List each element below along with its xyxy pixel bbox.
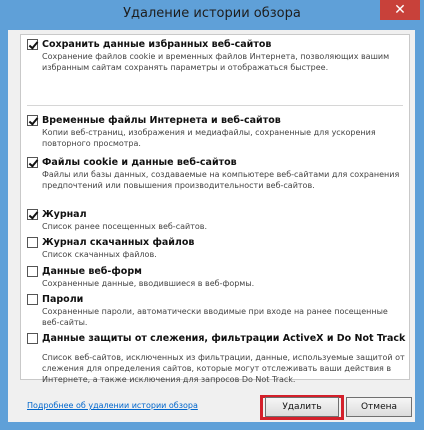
option-checkbox[interactable] [27,333,38,344]
learn-more-link[interactable]: Подробнее об удалении истории обзора [27,401,198,410]
options-panel: Сохранить данные избранных веб-сайтов Со… [20,34,410,384]
close-icon: ✕ [394,2,406,18]
option-favorites: Сохранить данные избранных веб-сайтов Со… [27,39,405,73]
option-description: Копии веб-страниц, изображения и медиафа… [42,128,376,148]
option-description: Сохраненные данные, вводившиеся в веб-фо… [42,279,255,288]
option-form-data: Данные веб-форм Сохраненные данные, ввод… [27,266,405,289]
option-cookies: Файлы cookie и данные веб-сайтов Файлы и… [27,157,405,191]
delete-button[interactable]: Удалить [265,397,339,417]
option-checkbox[interactable] [27,39,38,50]
option-label[interactable]: Данные защиты от слежения, фильтрации Ac… [42,333,405,344]
option-checkbox[interactable] [27,266,38,277]
dialog-body: Сохранить данные избранных веб-сайтов Со… [8,30,415,422]
option-checkbox[interactable] [27,209,38,220]
option-description: Список скачанных файлов. [42,250,157,259]
option-download-history: Журнал скачанных файлов Список скачанных… [27,237,405,260]
option-checkbox[interactable] [27,115,38,126]
option-label[interactable]: Журнал скачанных файлов [42,237,194,248]
option-passwords: Пароли Сохраненные пароли, автоматически… [27,294,405,328]
option-checkbox[interactable] [27,237,38,248]
option-checkbox[interactable] [27,157,38,168]
option-label[interactable]: Файлы cookie и данные веб-сайтов [42,157,237,168]
title-bar[interactable]: Удаление истории обзора ✕ [0,0,424,30]
option-temp-files: Временные файлы Интернета и веб-сайтов К… [27,115,405,149]
window-title: Удаление истории обзора [123,6,301,21]
option-label[interactable]: Сохранить данные избранных веб-сайтов [42,39,271,50]
option-description: Список ранее посещенных веб-сайтов. [42,222,208,231]
option-label[interactable]: Пароли [42,294,83,305]
option-label[interactable]: Данные веб-форм [42,266,142,277]
separator [27,105,403,106]
option-tracking-protection: Данные защиты от слежения, фильтрации Ac… [27,333,405,385]
option-checkbox[interactable] [27,294,38,305]
close-button[interactable]: ✕ [380,0,420,20]
option-label[interactable]: Временные файлы Интернета и веб-сайтов [42,115,281,126]
option-history: Журнал Список ранее посещенных веб-сайто… [27,209,405,232]
option-label[interactable]: Журнал [42,209,87,220]
option-description: Список веб-сайтов, исключенных из фильтр… [42,353,405,384]
cancel-button[interactable]: Отмена [346,397,412,417]
option-description: Сохранение файлов cookie и временных фай… [42,52,390,72]
option-description: Сохраненные пароли, автоматически вводим… [42,307,388,327]
option-description: Файлы или базы данных, создаваемые на ко… [42,170,400,190]
dialog-window: Удаление истории обзора ✕ Сохранить данн… [0,0,424,430]
